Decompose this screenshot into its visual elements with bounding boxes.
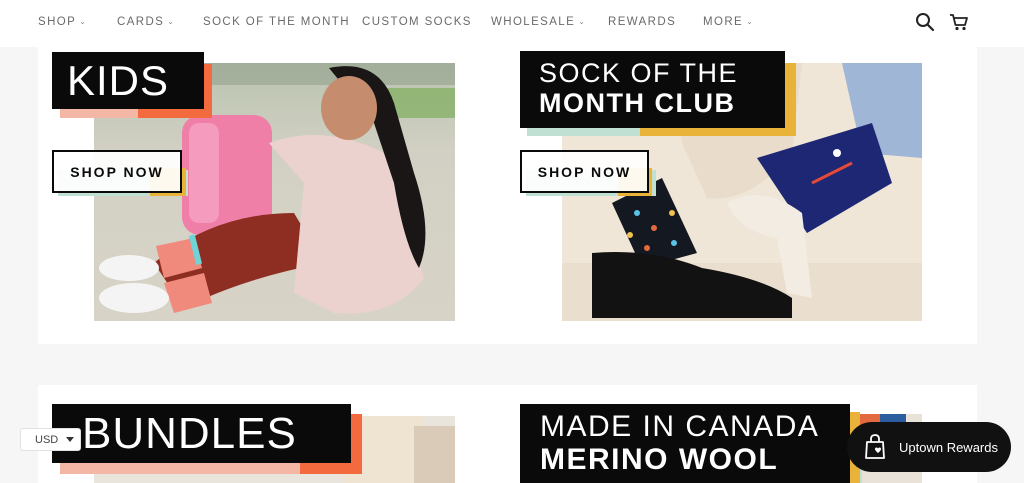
- kids-shop-now-button[interactable]: SHOP NOW: [52, 150, 182, 193]
- nav-item-sock-of-the-month[interactable]: SOCK OF THE MONTH: [203, 16, 350, 28]
- nav-item-more[interactable]: MORE ⌄: [703, 16, 754, 28]
- sotm-title: SOCK OF THE MONTH CLUB: [520, 51, 785, 128]
- chevron-down-icon: ⌄: [167, 17, 176, 26]
- currency-value: USD: [35, 433, 59, 446]
- nav-item-rewards[interactable]: REWARDS: [608, 16, 676, 28]
- chevron-down-icon: ⌄: [79, 17, 88, 26]
- sotm-title-line2: MONTH CLUB: [539, 88, 736, 118]
- kids-title: KIDS: [52, 52, 204, 109]
- nav-label: SOCK OF THE MONTH: [203, 16, 350, 28]
- canada-title-line1: MADE IN CANADA: [540, 410, 820, 443]
- sotm-shop-now-button[interactable]: SHOP NOW: [520, 150, 649, 193]
- nav-label: CUSTOM SOCKS: [362, 16, 472, 28]
- nav-item-wholesale[interactable]: WHOLESALE ⌄: [491, 16, 586, 28]
- bundles-title: BUNDLES: [52, 404, 351, 463]
- nav-label: SHOP: [38, 16, 77, 28]
- search-icon[interactable]: [914, 11, 936, 33]
- nav-label: MORE: [703, 16, 744, 28]
- canada-title-line2: MERINO WOOL: [540, 443, 779, 476]
- top-navigation: SHOP ⌄ CARDS ⌄ SOCK OF THE MONTH CUSTOM SO…: [0, 0, 1024, 47]
- rewards-launcher-button[interactable]: Uptown Rewards: [847, 422, 1011, 472]
- chevron-down-icon: ⌄: [578, 17, 587, 26]
- rewards-label: Uptown Rewards: [899, 439, 998, 455]
- caret-down-icon: [66, 437, 74, 442]
- cart-icon[interactable]: [948, 11, 970, 33]
- nav-item-cards[interactable]: CARDS ⌄: [117, 16, 175, 28]
- sotm-title-line1: SOCK OF THE: [539, 58, 739, 88]
- chevron-down-icon: ⌄: [746, 17, 755, 26]
- nav-item-custom-socks[interactable]: CUSTOM SOCKS: [362, 16, 472, 28]
- nav-item-shop[interactable]: SHOP ⌄: [38, 16, 87, 28]
- canada-title: MADE IN CANADA MERINO WOOL: [520, 404, 850, 483]
- nav-label: REWARDS: [608, 16, 677, 28]
- nav-label: WHOLESALE: [491, 16, 576, 28]
- nav-label: CARDS: [117, 16, 165, 28]
- shopping-bag-heart-icon: [865, 434, 885, 459]
- currency-selector[interactable]: USD: [20, 428, 81, 451]
